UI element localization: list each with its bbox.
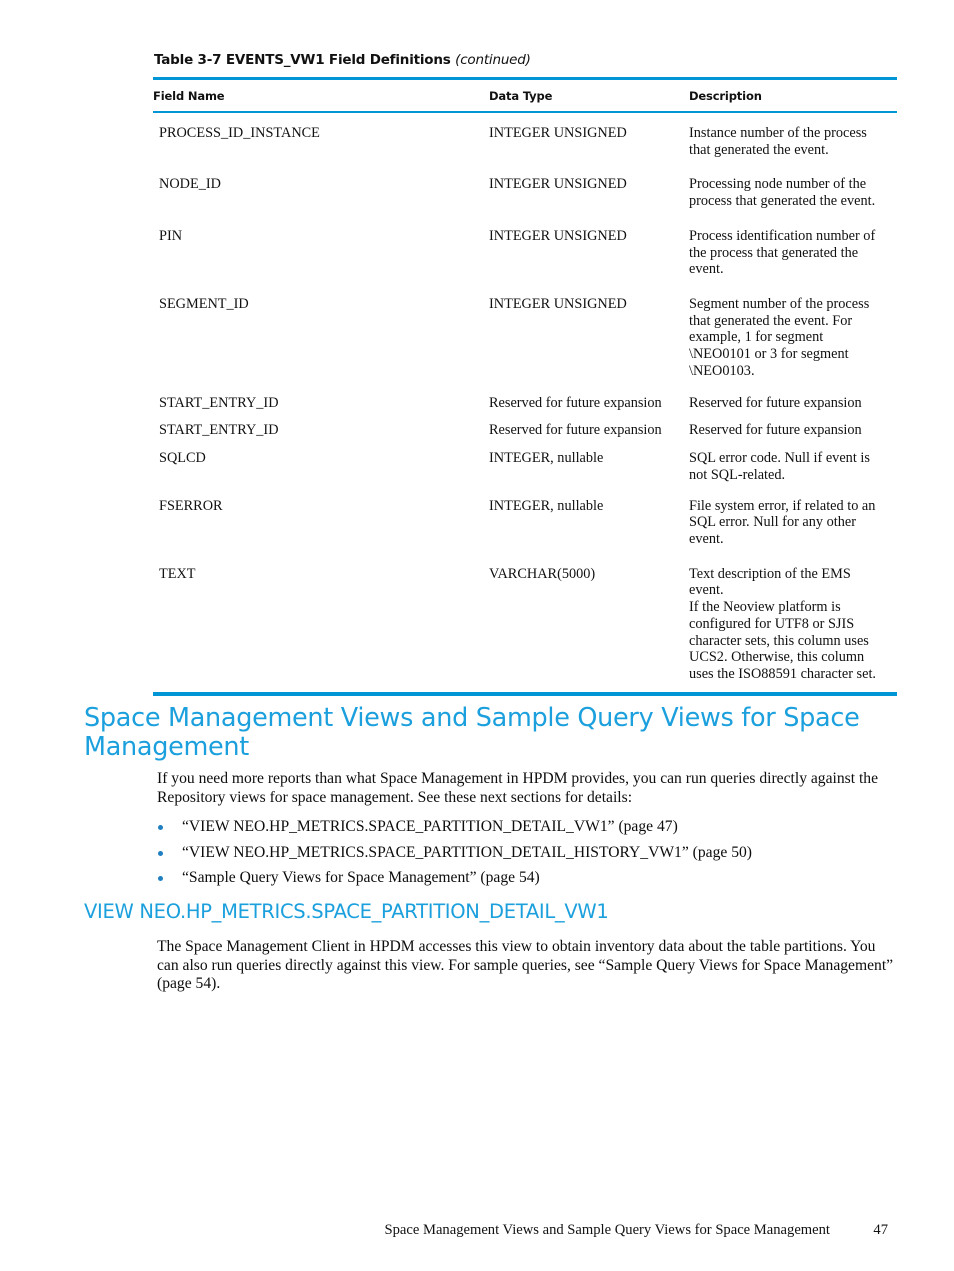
table-row: SEGMENT_ID INTEGER UNSIGNED Segment numb… xyxy=(153,287,897,389)
cell-description: Reserved for future expansion xyxy=(689,394,862,411)
cell-data-type: VARCHAR(5000) xyxy=(489,565,596,582)
table-header: Field Name Data Type Description xyxy=(153,80,897,111)
bullet-icon xyxy=(158,825,163,830)
list-item[interactable]: “Sample Query Views for Space Management… xyxy=(157,870,917,886)
cell-description: File system error, if related to an SQL … xyxy=(689,497,876,547)
bullet-icon xyxy=(158,850,163,856)
cell-data-type: INTEGER, nullable xyxy=(489,497,604,514)
list-item-label: “Sample Query Views for Space Management… xyxy=(182,869,540,887)
cell-field-name: PROCESS_ID_INSTANCE xyxy=(159,125,320,141)
table-caption: Table 3-7 EVENTS_VW1 Field Definitions (… xyxy=(154,52,897,68)
fields-table-block: Table 3-7 EVENTS_VW1 Field Definitions (… xyxy=(153,52,897,696)
column-header-description: Description xyxy=(689,89,762,103)
cell-data-type: INTEGER UNSIGNED xyxy=(489,125,627,141)
cell-data-type: INTEGER UNSIGNED xyxy=(489,296,627,313)
list-item[interactable]: “VIEW NEO.HP_METRICS.SPACE_PARTITION_DET… xyxy=(157,819,917,835)
table-row: PROCESS_ID_INSTANCE INTEGER UNSIGNED Ins… xyxy=(153,113,897,167)
cell-description: Instance number of the process that gene… xyxy=(689,125,867,158)
table-row: FSERROR INTEGER, nullable File system er… xyxy=(153,489,897,557)
cell-description: Reserved for future expansion xyxy=(689,422,862,439)
table-body: PROCESS_ID_INSTANCE INTEGER UNSIGNED Ins… xyxy=(153,113,897,692)
cell-field-name: SQLCD xyxy=(159,450,206,467)
cell-description: Process identification number of the pro… xyxy=(689,227,876,278)
table-row: PIN INTEGER UNSIGNED Process identificat… xyxy=(153,219,897,287)
cell-field-name: SEGMENT_ID xyxy=(159,296,249,313)
events-vw1-field-definitions-table: Field Name Data Type Description xyxy=(153,80,897,111)
page-footer: Space Management Views and Sample Query … xyxy=(0,1222,954,1244)
cell-field-name: FSERROR xyxy=(159,497,223,514)
list-item-label: “VIEW NEO.HP_METRICS.SPACE_PARTITION_DET… xyxy=(182,818,678,835)
fields-table-body: PROCESS_ID_INSTANCE INTEGER UNSIGNED Ins… xyxy=(153,113,897,692)
table-row: START_ENTRY_ID Reserved for future expan… xyxy=(153,416,897,444)
section-intro-paragraph: If you need more reports than what Space… xyxy=(157,770,879,806)
table-caption-main: Table 3-7 EVENTS_VW1 Field Definitions xyxy=(154,52,451,68)
cross-reference-list: “VIEW NEO.HP_METRICS.SPACE_PARTITION_DET… xyxy=(157,819,917,896)
document-page: Table 3-7 EVENTS_VW1 Field Definitions (… xyxy=(0,0,954,1271)
table-header-row: Field Name Data Type Description xyxy=(153,80,897,111)
table-row: START_ENTRY_ID Reserved for future expan… xyxy=(153,389,897,417)
footer-section-title: Space Management Views and Sample Query … xyxy=(384,1222,830,1238)
footer-page-number: 47 xyxy=(873,1222,888,1238)
subsection-heading: VIEW NEO.HP_METRICS.SPACE_PARTITION_DETA… xyxy=(84,900,609,923)
cell-data-type: Reserved for future expansion xyxy=(489,394,662,411)
cell-field-name: START_ENTRY_ID xyxy=(159,394,279,411)
cell-description: Segment number of the process that gener… xyxy=(689,296,870,379)
cell-field-name: START_ENTRY_ID xyxy=(159,422,279,439)
bullet-icon xyxy=(158,876,163,882)
cell-data-type: Reserved for future expansion xyxy=(489,422,662,439)
cell-field-name: NODE_ID xyxy=(159,176,221,193)
cell-description: SQL error code. Null if event is not SQL… xyxy=(689,450,870,483)
table-bottom-rule xyxy=(153,691,897,696)
cell-field-name: TEXT xyxy=(159,565,196,582)
list-item-label: “VIEW NEO.HP_METRICS.SPACE_PARTITION_DET… xyxy=(182,843,752,861)
cell-data-type: INTEGER UNSIGNED xyxy=(489,227,627,244)
table-row: NODE_ID INTEGER UNSIGNED Processing node… xyxy=(153,167,897,218)
table-caption-continued: (continued) xyxy=(455,52,531,68)
section-heading: Space Management Views and Sample Query … xyxy=(84,703,860,762)
table-row: SQLCD INTEGER, nullable SQL error code. … xyxy=(153,444,897,488)
column-header-data-type: Data Type xyxy=(489,89,553,103)
cell-data-type: INTEGER UNSIGNED xyxy=(489,176,627,193)
list-item[interactable]: “VIEW NEO.HP_METRICS.SPACE_PARTITION_DET… xyxy=(157,843,917,861)
cell-field-name: PIN xyxy=(159,227,183,244)
cell-description: Text description of the EMS event. If th… xyxy=(689,565,876,682)
cell-data-type: INTEGER, nullable xyxy=(489,450,604,467)
subsection-paragraph: The Space Management Client in HPDM acce… xyxy=(157,938,894,993)
table-row: TEXT VARCHAR(5000) Text description of t… xyxy=(153,557,897,692)
cell-description: Processing node number of the process th… xyxy=(689,176,876,210)
column-header-field-name: Field Name xyxy=(153,89,225,103)
